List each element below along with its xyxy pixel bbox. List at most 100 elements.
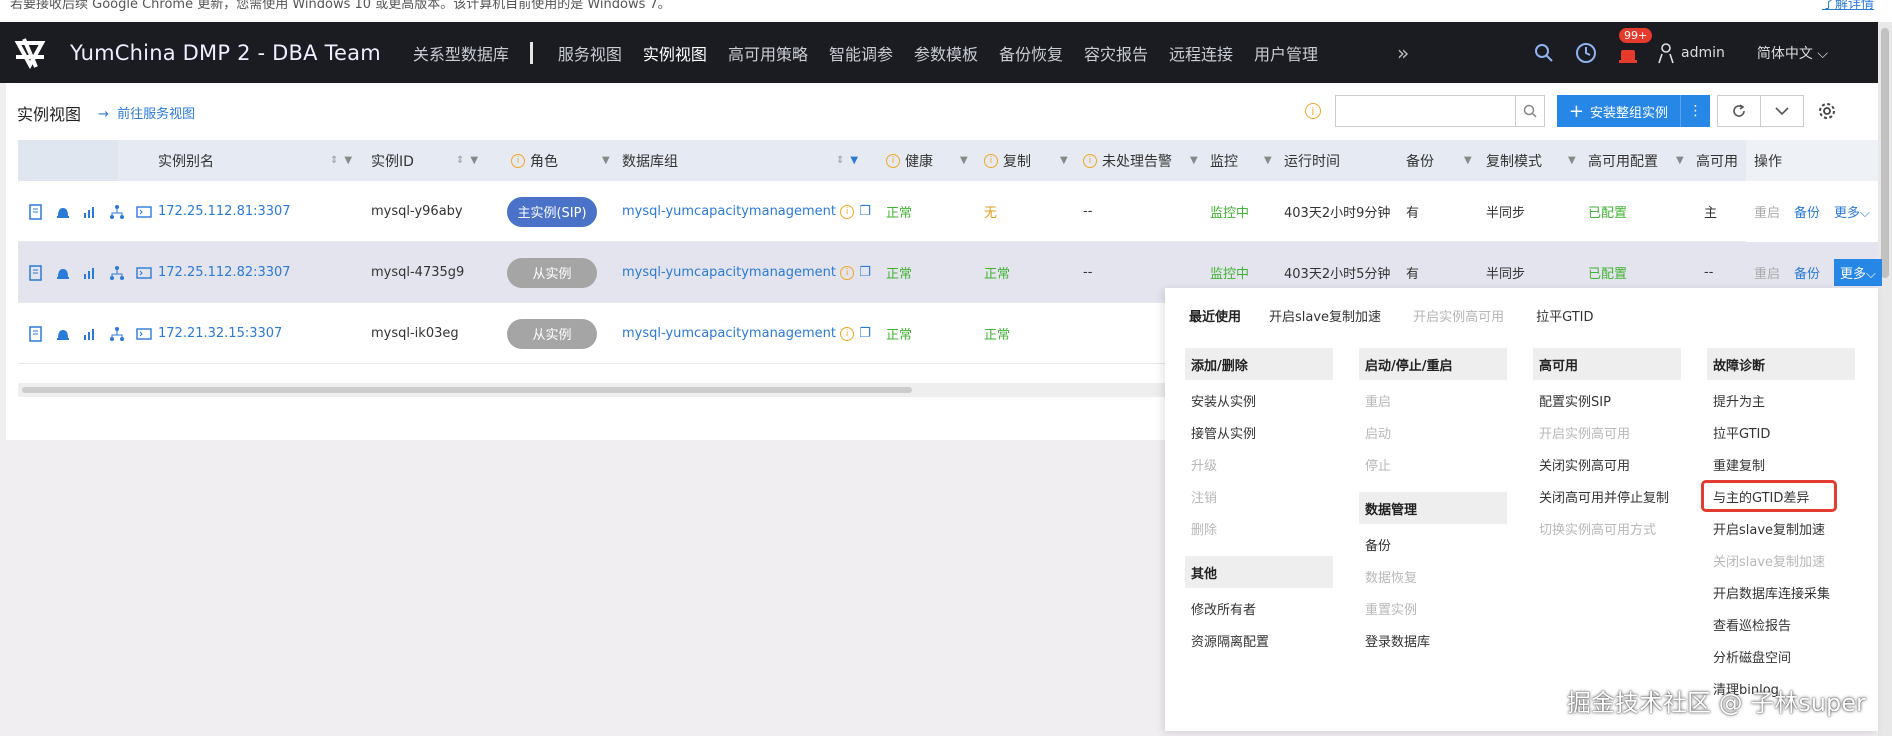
nav-item-user-management[interactable]: 用户管理: [1254, 41, 1318, 65]
db-group-link[interactable]: mysql-yumcapacitymanagement i ❐: [622, 303, 871, 364]
restart-action[interactable]: 重启: [1754, 202, 1780, 221]
menu-item-disable-ha[interactable]: 关闭实例高可用: [1533, 448, 1681, 480]
info-icon[interactable]: i: [1083, 153, 1097, 168]
filter-icon[interactable]: ▼: [1190, 155, 1198, 166]
alarm-icon[interactable]: 99+: [1615, 27, 1653, 66]
db-group-link[interactable]: mysql-yumcapacitymanagement i ❐: [622, 181, 871, 242]
info-icon[interactable]: i: [984, 153, 998, 168]
detail-icon[interactable]: [28, 325, 44, 342]
nav-item-relational-db[interactable]: 关系型数据库: [413, 41, 509, 65]
sort-icon[interactable]: ⇕: [456, 155, 464, 166]
bell-icon[interactable]: [55, 204, 71, 220]
chart-icon[interactable]: [82, 265, 98, 281]
menu-item-promote-master[interactable]: 提升为主: [1707, 384, 1855, 416]
copy-icon[interactable]: ❐: [859, 204, 871, 219]
nav-more-icon[interactable]: »: [1397, 41, 1409, 65]
sort-icon[interactable]: ⇕: [836, 155, 844, 166]
filter-icon[interactable]: ▼: [1264, 155, 1272, 166]
menu-item-enable-slave-accel[interactable]: 开启slave复制加速: [1707, 512, 1855, 544]
install-options-button[interactable]: ⋮: [1680, 95, 1710, 127]
refresh-button[interactable]: [1717, 95, 1761, 127]
search-input[interactable]: [1334, 95, 1515, 127]
filter-icon[interactable]: ▼: [602, 155, 610, 166]
detail-icon[interactable]: [28, 264, 44, 281]
goto-service-view-link[interactable]: → 前往服务视图: [98, 103, 195, 122]
recent-enable-slave-accel[interactable]: 开启slave复制加速: [1269, 306, 1381, 325]
filter-icon[interactable]: ▼: [850, 155, 858, 166]
instance-alias-link[interactable]: 172.21.32.15:3307: [158, 303, 282, 364]
table-horizontal-scrollbar[interactable]: [18, 383, 1168, 397]
nav-item-param-template[interactable]: 参数模板: [914, 41, 978, 65]
bell-icon[interactable]: [55, 265, 71, 281]
info-icon[interactable]: i: [886, 153, 900, 168]
menu-item-view-inspection[interactable]: 查看巡检报告: [1707, 608, 1855, 640]
table-scrollbar-thumb[interactable]: [22, 387, 912, 393]
backup-action[interactable]: 备份: [1794, 263, 1820, 282]
topology-icon[interactable]: [109, 204, 125, 220]
menu-item-change-owner[interactable]: 修改所有者: [1185, 592, 1333, 624]
info-icon[interactable]: i: [840, 326, 855, 341]
menu-item-backup[interactable]: 备份: [1359, 528, 1507, 560]
more-action[interactable]: 更多⌵: [1834, 259, 1882, 286]
db-group-link[interactable]: mysql-yumcapacitymanagement i ❐: [622, 242, 871, 303]
menu-item-install-slave[interactable]: 安装从实例: [1185, 384, 1333, 416]
filter-icon[interactable]: ▼: [1464, 155, 1472, 166]
copy-icon[interactable]: ❐: [859, 265, 871, 280]
filter-icon[interactable]: ▼: [1568, 155, 1576, 166]
topology-icon[interactable]: [109, 326, 125, 342]
info-icon[interactable]: i: [511, 153, 525, 168]
menu-item-enable-conn-collect[interactable]: 开启数据库连接采集: [1707, 576, 1855, 608]
instance-alias-link[interactable]: 172.25.112.82:3307: [158, 242, 291, 303]
menu-item-flatten-gtid[interactable]: 拉平GTID: [1707, 416, 1855, 448]
nav-item-remote-connect[interactable]: 远程连接: [1169, 41, 1233, 65]
menu-item-gtid-diff[interactable]: 与主的GTID差异: [1701, 480, 1837, 512]
detail-icon[interactable]: [28, 203, 44, 220]
clock-icon[interactable]: [1573, 40, 1599, 66]
restart-action[interactable]: 重启: [1754, 263, 1780, 282]
nav-item-instance-view[interactable]: 实例视图: [643, 41, 707, 65]
filter-icon[interactable]: ▼: [344, 155, 352, 166]
info-icon[interactable]: i: [840, 204, 855, 219]
chart-icon[interactable]: [82, 326, 98, 342]
nav-item-ha-policy[interactable]: 高可用策略: [728, 41, 808, 65]
install-group-instance-button[interactable]: + 安装整组实例: [1556, 95, 1680, 127]
terminal-icon[interactable]: [136, 265, 152, 281]
backup-action[interactable]: 备份: [1794, 202, 1820, 221]
copy-icon[interactable]: ❐: [859, 326, 871, 341]
search-button[interactable]: [1514, 95, 1545, 127]
menu-item-rebuild-repl[interactable]: 重建复制: [1707, 448, 1855, 480]
terminal-icon[interactable]: [136, 204, 152, 220]
menu-item-analyze-disk[interactable]: 分析磁盘空间: [1707, 640, 1855, 672]
page-scrollbar[interactable]: [1878, 22, 1892, 736]
search-icon[interactable]: [1531, 40, 1557, 66]
bell-icon[interactable]: [55, 326, 71, 342]
nav-item-dr-report[interactable]: 容灾报告: [1084, 41, 1148, 65]
gear-icon[interactable]: [1816, 100, 1838, 122]
filter-icon[interactable]: ▼: [1060, 155, 1068, 166]
menu-item-takeover-slave[interactable]: 接管从实例: [1185, 416, 1333, 448]
info-icon[interactable]: i: [840, 265, 855, 280]
menu-item-resource-isolation[interactable]: 资源隔离配置: [1185, 624, 1333, 656]
filter-icon[interactable]: ▼: [1676, 155, 1684, 166]
menu-item-config-sip[interactable]: 配置实例SIP: [1533, 384, 1681, 416]
menu-item-disable-ha-stop-repl[interactable]: 关闭高可用并停止复制: [1533, 480, 1681, 512]
page-scrollbar-thumb[interactable]: [1881, 28, 1889, 278]
instance-alias-link[interactable]: 172.25.112.81:3307: [158, 181, 291, 242]
table-row[interactable]: 172.25.112.81:3307 mysql-y96aby 主实例(SIP)…: [18, 181, 1878, 242]
filter-icon[interactable]: ▼: [470, 155, 478, 166]
nav-item-smart-tuning[interactable]: 智能调参: [829, 41, 893, 65]
nav-item-backup-restore[interactable]: 备份恢复: [999, 41, 1063, 65]
menu-item-login-db[interactable]: 登录数据库: [1359, 624, 1507, 656]
topology-icon[interactable]: [109, 265, 125, 281]
nav-item-service-view[interactable]: 服务视图: [558, 41, 622, 65]
more-action[interactable]: 更多⌵: [1834, 202, 1870, 221]
notice-learn-more-link[interactable]: 了解详情: [1822, 0, 1874, 11]
chart-icon[interactable]: [82, 204, 98, 220]
filter-icon[interactable]: ▼: [960, 155, 968, 166]
terminal-icon[interactable]: [136, 326, 152, 342]
user-menu[interactable]: admin: [1657, 42, 1725, 64]
info-icon[interactable]: i: [1304, 103, 1321, 119]
recent-flatten-gtid[interactable]: 拉平GTID: [1536, 306, 1593, 325]
expand-button[interactable]: [1760, 95, 1804, 127]
sort-icon[interactable]: ⇕: [330, 155, 338, 166]
